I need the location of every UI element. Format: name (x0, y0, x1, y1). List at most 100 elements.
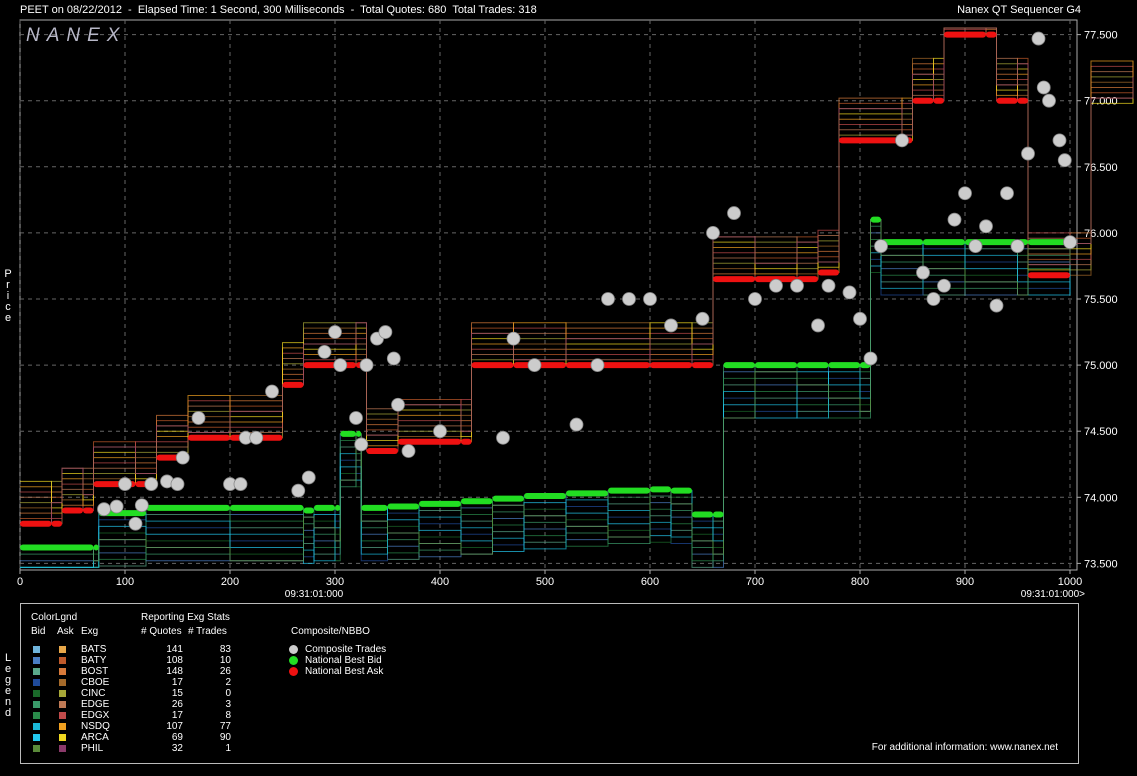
bid-segment (303, 507, 314, 514)
ask-segment (713, 276, 755, 283)
trade-point (1063, 235, 1077, 250)
composite-row: Composite Trades (289, 644, 529, 655)
ask-swatch (59, 712, 66, 719)
trade-count: 3 (225, 699, 231, 710)
trade-point (569, 417, 584, 432)
x-tick-label: 500 (536, 576, 554, 588)
trade-point (622, 292, 636, 306)
trade-count: 10 (219, 655, 231, 666)
y-tick-label: 74.500 (1084, 426, 1118, 438)
ask-segment (461, 438, 472, 445)
exchange-row: PHIL 32 1 (21, 743, 261, 754)
trade-point (1036, 80, 1051, 95)
ask-segment (912, 97, 934, 104)
trade-point (1031, 31, 1046, 46)
colorlgnd-label: ColorLgnd (31, 612, 78, 623)
ask-swatch (59, 723, 66, 730)
footer-info: For additional information: www.nanex.ne… (871, 742, 1058, 753)
trade-point (979, 219, 993, 234)
trade-point (134, 498, 149, 513)
bid-segment (608, 487, 650, 494)
trade-point (354, 437, 369, 452)
trade-point (853, 311, 867, 326)
ask-segment (471, 362, 514, 369)
reporting-label: Reporting Exg Stats (141, 612, 230, 623)
exchange-row: CINC 15 0 (21, 688, 261, 699)
x-tick-label: 800 (851, 576, 869, 588)
price-axis-label: Price (2, 268, 14, 323)
trade-point (506, 331, 521, 346)
trade-point (359, 358, 374, 372)
ask-segment (188, 434, 230, 441)
bid-segment (492, 495, 524, 502)
quote-count: 17 (171, 677, 183, 688)
composite-item-label: Composite Trades (305, 644, 387, 655)
ask-segment (650, 362, 692, 369)
time-label-start: 09:31:01:000 (285, 589, 344, 600)
exchange-code: ARCA (81, 732, 109, 743)
ask-segment (839, 137, 902, 144)
legend-axis-label: Legend (2, 652, 14, 718)
x-tick-label: 600 (641, 576, 659, 588)
y-tick-label: 76.500 (1084, 162, 1118, 174)
composite-dot (289, 656, 298, 665)
trade-point (191, 411, 206, 425)
y-tick-label: 77.500 (1084, 30, 1118, 42)
exchange-code: EDGE (81, 699, 110, 710)
bid-swatch (33, 690, 40, 697)
trade-point (118, 477, 132, 491)
bid-segment (356, 430, 362, 437)
ask-segment (51, 520, 62, 527)
ask-segment (933, 97, 944, 104)
trade-point (811, 318, 825, 333)
bid-segment (93, 544, 99, 551)
bid-segment (230, 504, 304, 511)
bid-segment (566, 490, 608, 497)
bid-swatch (33, 712, 40, 719)
trade-point (233, 477, 248, 491)
trades-col-header: # Trades (188, 626, 227, 637)
trade-point (128, 516, 143, 531)
ask-segment (692, 362, 713, 369)
quote-count: 108 (166, 655, 183, 666)
trade-point (821, 278, 836, 293)
trade-point (170, 477, 185, 491)
x-tick-label: 100 (116, 576, 134, 588)
trade-point (1052, 133, 1067, 148)
trade-point (433, 424, 447, 439)
x-tick-label: 0 (17, 576, 23, 588)
bid-segment (314, 504, 335, 511)
bid-segment (335, 504, 341, 511)
exchange-code: CINC (81, 688, 106, 699)
ask-segment (818, 269, 839, 276)
x-tick-label: 300 (326, 576, 344, 588)
bid-segment (723, 362, 755, 369)
quote-count: 69 (171, 732, 183, 743)
bid-segment (524, 492, 566, 499)
ask-segment (83, 507, 94, 514)
exchange-row: BATY 108 10 (21, 655, 261, 666)
ask-segment (1028, 272, 1070, 279)
trade-point (916, 265, 930, 280)
trade-point (1057, 153, 1072, 168)
quote-count: 32 (171, 743, 183, 754)
x-tick-label: 1000 (1058, 576, 1082, 588)
trade-point (333, 358, 348, 372)
exchange-row: NSDQ 107 77 (21, 721, 261, 732)
ask-segment (986, 31, 997, 38)
trade-count: 77 (219, 721, 231, 732)
trade-point (947, 212, 962, 227)
y-tick-label: 73.500 (1084, 558, 1118, 570)
trade-count: 83 (219, 644, 231, 655)
trade-point (527, 358, 542, 372)
composite-dot (289, 667, 298, 676)
bid-segment (671, 487, 692, 494)
bid-segment (419, 500, 461, 507)
ask-swatch (59, 646, 66, 653)
trade-point (842, 285, 857, 300)
ask-swatch (59, 690, 66, 697)
y-tick-label: 75.000 (1084, 360, 1118, 372)
exchange-row: BATS 141 83 (21, 644, 261, 655)
y-tick-label: 75.500 (1084, 294, 1118, 306)
bid-col-header: Bid (31, 626, 46, 637)
